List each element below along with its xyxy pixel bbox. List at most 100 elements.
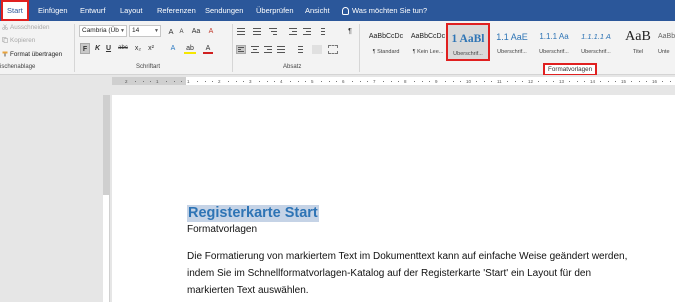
tab-sendungen[interactable]: Sendungen bbox=[201, 0, 247, 21]
style-standard[interactable]: AaBbCcDc ¶ Standard bbox=[364, 23, 408, 61]
vertical-ruler[interactable] bbox=[103, 95, 110, 302]
bullets-icon[interactable] bbox=[236, 27, 246, 36]
ruler-tick-dot bbox=[553, 81, 555, 82]
superscript-button[interactable]: x² bbox=[146, 43, 156, 54]
ruler-tick-dot bbox=[274, 81, 276, 82]
style-titel[interactable]: AaB Titel bbox=[616, 23, 660, 61]
tab-referenzen[interactable]: Referenzen bbox=[153, 0, 200, 21]
borders-icon[interactable] bbox=[328, 45, 338, 54]
justify-icon[interactable] bbox=[276, 45, 286, 54]
tab-layout[interactable]: Layout bbox=[116, 0, 147, 21]
scissors-icon bbox=[2, 24, 8, 31]
document-body-line[interactable]: indem Sie im Schnellformatvorlagen-Katal… bbox=[187, 268, 591, 279]
ruler-tick-dot bbox=[545, 81, 547, 82]
style-preview: 1.1.1.1 A bbox=[581, 32, 611, 41]
ruler-number: 13 bbox=[559, 79, 565, 84]
ruler-tick-dot bbox=[328, 81, 330, 82]
font-group-label: Schriftart bbox=[136, 64, 161, 70]
chevron-down-icon: ▼ bbox=[154, 28, 159, 34]
style-untertitel[interactable]: AaBbCc Unte bbox=[658, 23, 675, 61]
show-formatting-button[interactable]: ¶ bbox=[346, 26, 354, 37]
numbering-icon[interactable] bbox=[252, 27, 262, 36]
increase-indent-icon[interactable] bbox=[302, 27, 312, 36]
document-heading[interactable]: Registerkarte Start bbox=[187, 205, 319, 222]
style-kein-leerraum[interactable]: AaBbCcDc ¶ Kein Lee... bbox=[406, 23, 450, 61]
multilevel-list-icon[interactable] bbox=[268, 27, 278, 36]
align-right-icon[interactable] bbox=[263, 45, 273, 54]
lightbulb-icon bbox=[342, 7, 349, 16]
ruler-tick-dot bbox=[382, 81, 384, 82]
strikethrough-button[interactable]: abc bbox=[116, 43, 130, 54]
tab-start[interactable]: Start bbox=[1, 0, 29, 21]
tell-me-label: Was möchten Sie tun? bbox=[352, 6, 428, 15]
styles-gallery: AaBbCcDc ¶ Standard AaBbCcDc ¶ Kein Lee.… bbox=[362, 23, 675, 63]
underline-button[interactable]: U bbox=[104, 43, 113, 54]
shrink-font-button[interactable]: A bbox=[177, 27, 186, 38]
decrease-indent-icon[interactable] bbox=[288, 27, 298, 36]
bold-button[interactable]: F bbox=[80, 43, 90, 54]
ruler-tick-dot bbox=[506, 81, 508, 82]
ruler-tick-dot bbox=[266, 81, 268, 82]
grow-font-button[interactable]: A bbox=[166, 26, 176, 37]
ruler-number: 12 bbox=[528, 79, 534, 84]
ruler-number: 6 bbox=[342, 79, 345, 84]
font-size-value: 14 bbox=[132, 27, 140, 34]
highlight-button[interactable]: ab bbox=[184, 43, 196, 54]
copy-label: Kopieren bbox=[10, 37, 36, 44]
font-name-value: Cambria (Üb bbox=[82, 27, 119, 34]
ruler-tick-dot bbox=[630, 81, 632, 82]
ruler-tick-dot bbox=[413, 81, 415, 82]
line-spacing-icon[interactable] bbox=[294, 45, 304, 54]
tab-ansicht[interactable]: Ansicht bbox=[301, 0, 334, 21]
ruler-tick-dot bbox=[576, 81, 578, 82]
style-ueberschrift-1[interactable]: 1 AaBl Überschrif... bbox=[446, 23, 490, 61]
ruler-tick-dot bbox=[204, 81, 206, 82]
group-separator bbox=[74, 24, 75, 72]
text-effects-button[interactable]: A bbox=[168, 43, 178, 54]
tab-einfuegen[interactable]: Einfügen bbox=[34, 0, 72, 21]
document-body-line[interactable]: Die Formatierung von markiertem Text im … bbox=[187, 251, 627, 262]
tab-entwurf[interactable]: Entwurf bbox=[76, 0, 109, 21]
font-name-combo[interactable]: Cambria (Üb ▼ bbox=[79, 25, 127, 37]
font-size-combo[interactable]: 14 ▼ bbox=[129, 25, 161, 37]
horizontal-ruler[interactable]: 2 1 1 2 3 4 5 6 7 8 9 10 11 12 13 14 15 16 bbox=[0, 75, 675, 87]
tab-ueberpruefen[interactable]: Überprüfen bbox=[252, 0, 298, 21]
ruler-tick-dot bbox=[638, 81, 640, 82]
style-preview: 1 AaBl bbox=[451, 33, 485, 45]
ruler-tick-dot bbox=[212, 81, 214, 82]
subscript-button[interactable]: x₂ bbox=[133, 43, 143, 54]
copy-icon bbox=[2, 37, 8, 44]
ruler-number: 2 bbox=[125, 79, 128, 84]
cut-button[interactable]: Ausschneiden bbox=[2, 24, 50, 31]
clear-formatting-button[interactable]: A bbox=[206, 26, 216, 37]
ruler-tick-dot bbox=[227, 81, 229, 82]
align-left-icon[interactable] bbox=[236, 45, 246, 54]
style-name: Titel bbox=[632, 49, 644, 55]
ruler-tick-dot bbox=[537, 81, 539, 82]
format-painter-button[interactable]: Format übertragen bbox=[2, 51, 62, 58]
style-ueberschrift-4[interactable]: 1.1.1.1 A Überschrif... bbox=[574, 23, 618, 61]
shading-icon[interactable] bbox=[312, 45, 322, 54]
copy-button[interactable]: Kopieren bbox=[2, 37, 35, 44]
ruler-number: 8 bbox=[404, 79, 407, 84]
style-ueberschrift-3[interactable]: 1.1.1 Aa Überschrif... bbox=[532, 23, 576, 61]
ruler-tick-dot bbox=[429, 81, 431, 82]
tell-me-search[interactable]: Was möchten Sie tun? bbox=[342, 0, 427, 21]
ruler-tick-dot bbox=[452, 81, 454, 82]
style-preview: AaBbCc bbox=[658, 33, 675, 40]
change-case-button[interactable]: Aa bbox=[189, 26, 203, 37]
sort-icon[interactable] bbox=[320, 27, 330, 36]
style-name: Überschrif... bbox=[497, 49, 527, 55]
italic-button[interactable]: K bbox=[93, 43, 102, 54]
align-center-icon[interactable] bbox=[250, 45, 260, 54]
ruler-number: 10 bbox=[466, 79, 472, 84]
ruler-tick-dot bbox=[351, 81, 353, 82]
style-ueberschrift-2[interactable]: 1.1 AaE Überschrif... bbox=[490, 23, 534, 61]
document-body-line[interactable]: markierten Text auswählen. bbox=[187, 285, 309, 296]
document-subtitle[interactable]: Formatvorlagen bbox=[187, 224, 257, 235]
ruler-tick-dot bbox=[568, 81, 570, 82]
ruler-tick-dot bbox=[367, 81, 369, 82]
font-color-button[interactable]: A bbox=[203, 43, 213, 54]
ruler-number: 16 bbox=[652, 79, 658, 84]
ruler-tick-dot bbox=[599, 81, 601, 82]
